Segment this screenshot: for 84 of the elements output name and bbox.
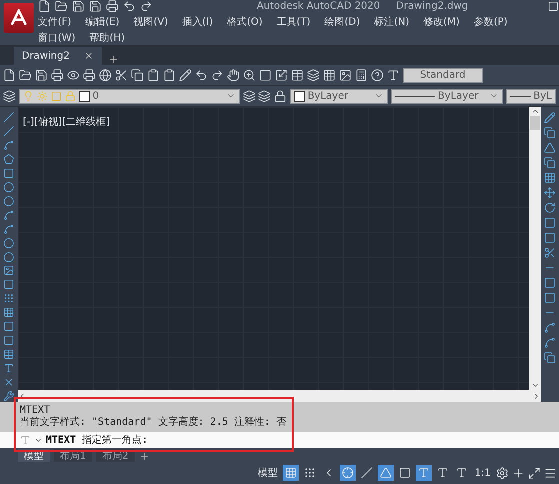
history-line: MTEXT xyxy=(20,405,52,416)
hatch-icon[interactable] xyxy=(3,307,15,318)
save-as-icon[interactable] xyxy=(89,0,102,13)
new-layout-icon[interactable] xyxy=(138,451,150,462)
zoom-icon[interactable] xyxy=(243,68,256,82)
drawing-canvas[interactable]: [-][俯视][二维线框] xyxy=(18,107,529,390)
menu-item[interactable]: 文件(F) xyxy=(38,15,72,29)
menu-item[interactable]: 参数(P) xyxy=(474,15,508,29)
preview-icon[interactable] xyxy=(67,68,80,82)
line-icon[interactable] xyxy=(3,112,15,123)
array-icon[interactable] xyxy=(544,172,556,184)
multiline-text-icon[interactable] xyxy=(3,363,15,374)
maximize-icon[interactable] xyxy=(548,1,559,12)
trim-icon[interactable] xyxy=(544,247,556,259)
scroll-right-icon[interactable] xyxy=(532,392,541,400)
move-icon[interactable] xyxy=(544,187,556,199)
calculator-icon[interactable] xyxy=(355,68,368,82)
polyline-icon[interactable] xyxy=(3,140,15,151)
new-file-icon[interactable] xyxy=(38,0,51,13)
menu-item[interactable]: 标注(N) xyxy=(374,15,410,29)
save-icon[interactable] xyxy=(72,0,85,13)
menu-item[interactable]: 插入(I) xyxy=(182,15,214,29)
command-prompt: MTEXT 指定第一角点: xyxy=(46,434,148,447)
close-icon[interactable] xyxy=(3,377,15,388)
menu-item[interactable]: 工具(T) xyxy=(276,15,311,29)
folder-icon[interactable] xyxy=(19,68,32,82)
linetype-dropdown[interactable]: ByLayer xyxy=(391,88,503,104)
settings-icon[interactable] xyxy=(496,466,509,480)
viewport-label[interactable]: [-][俯视][二维线框] xyxy=(23,117,110,128)
text-style-icon[interactable] xyxy=(387,68,400,82)
fullscreen-icon[interactable] xyxy=(528,466,541,480)
document-tab[interactable]: Drawing2 xyxy=(14,47,102,65)
undo-icon[interactable] xyxy=(195,68,208,82)
erase-icon[interactable] xyxy=(544,112,556,124)
printer-icon[interactable] xyxy=(106,0,119,13)
rotate-icon[interactable] xyxy=(544,202,556,214)
app-logo[interactable] xyxy=(4,3,34,33)
globe-icon[interactable] xyxy=(99,68,112,82)
undo-icon[interactable] xyxy=(123,0,136,13)
text-style-dropdown[interactable]: Standard xyxy=(403,68,483,82)
color-dropdown[interactable]: ByLayer xyxy=(290,88,388,104)
history-line: 当前文字样式: "Standard" 文字高度: 2.5 注释性: 否 xyxy=(20,417,288,429)
wrench-icon[interactable] xyxy=(3,391,15,402)
redo-icon[interactable] xyxy=(140,0,153,13)
menu-item[interactable]: 编辑(E) xyxy=(86,15,120,29)
zoom-extents-icon[interactable] xyxy=(275,68,288,82)
paste-special-icon[interactable] xyxy=(163,68,176,82)
construction-line-icon[interactable] xyxy=(3,126,15,137)
file-name: Drawing2.dwg xyxy=(396,1,468,12)
plus-icon[interactable] xyxy=(512,466,525,480)
polygon-icon[interactable] xyxy=(3,154,15,165)
point-icon[interactable] xyxy=(3,293,15,304)
new-file-icon[interactable] xyxy=(3,68,16,82)
horizontal-scrollbar[interactable] xyxy=(18,390,541,402)
menu-item[interactable]: 修改(M) xyxy=(424,15,460,29)
printer-icon[interactable] xyxy=(51,68,64,82)
table-icon[interactable] xyxy=(3,349,15,360)
window-title: Autodesk AutoCAD 2020 xyxy=(257,1,380,12)
menu-item[interactable]: 窗口(W) xyxy=(38,31,76,45)
save-icon[interactable] xyxy=(35,68,48,82)
cut-icon[interactable] xyxy=(115,68,128,82)
redo-icon[interactable] xyxy=(211,68,224,82)
scroll-up-icon[interactable] xyxy=(530,107,540,116)
lineweight-dropdown[interactable]: ByL xyxy=(506,88,556,104)
menu-item[interactable]: 格式(O) xyxy=(227,15,263,29)
scroll-down-icon[interactable] xyxy=(530,381,540,390)
scale-button[interactable]: 1:1 xyxy=(472,468,493,478)
rectangle-icon[interactable] xyxy=(3,168,15,179)
menu-item[interactable]: 帮助(H) xyxy=(90,31,126,45)
menu-item[interactable]: 视图(V) xyxy=(134,15,168,29)
scroll-thumb[interactable] xyxy=(530,116,540,130)
menu-item[interactable]: 绘图(D) xyxy=(324,15,360,29)
plot-icon[interactable] xyxy=(83,68,96,82)
menu-icon[interactable] xyxy=(544,466,557,480)
help-icon[interactable] xyxy=(371,68,384,82)
paste-icon[interactable] xyxy=(147,68,160,82)
pan-icon[interactable] xyxy=(227,68,240,82)
model-space-button[interactable]: 模型 xyxy=(256,466,280,480)
circle-icon[interactable] xyxy=(3,196,15,207)
layer-properties-icon[interactable] xyxy=(3,90,16,102)
folder-icon[interactable] xyxy=(55,0,68,13)
vertical-scrollbar[interactable] xyxy=(529,107,541,390)
close-icon[interactable] xyxy=(84,51,94,61)
new-tab-icon[interactable] xyxy=(108,54,119,65)
